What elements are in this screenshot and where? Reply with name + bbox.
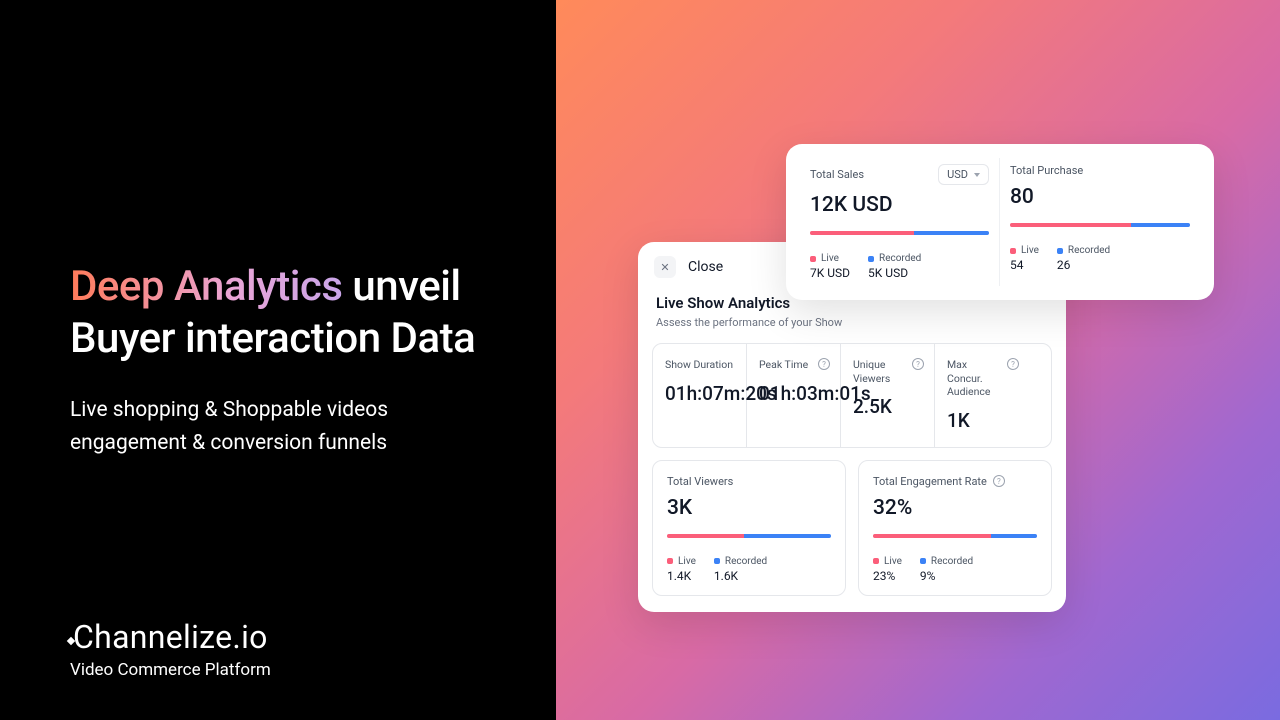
legend-value: 26: [1057, 258, 1110, 272]
metric-label: Total Engagement Rate: [873, 475, 987, 488]
dot-icon: [1010, 248, 1016, 254]
stat-value: 01h:07m:20s: [665, 382, 736, 406]
bar-seg-recorded: [991, 534, 1037, 538]
hero-sub1: Live shopping & Shoppable videos: [70, 398, 388, 422]
stat-label: Peak Time: [759, 358, 808, 372]
total-sales-value: 12K USD: [810, 193, 989, 217]
metric-total-viewers: Total Viewers 3K Live 1.4K Recorded 1.6K: [652, 460, 846, 596]
currency-value: USD: [947, 168, 968, 181]
close-label: Close: [688, 259, 723, 275]
bar-seg-recorded: [1131, 223, 1190, 227]
hero-panel: Deep Analytics unveil Buyer interaction …: [0, 0, 556, 720]
stat-grid: Show Duration 01h:07m:20s Peak Time ? 01…: [652, 343, 1052, 448]
hero-sub2: engagement & conversion funnels: [70, 431, 387, 455]
bar-seg-live: [873, 534, 991, 538]
legend-value: 23%: [873, 569, 902, 583]
legend-live: Live 7K USD: [810, 253, 850, 280]
info-icon[interactable]: ?: [993, 475, 1005, 487]
legend-live: Live 54: [1010, 245, 1039, 272]
info-icon[interactable]: ?: [912, 358, 924, 370]
bar-seg-recorded: [744, 534, 831, 538]
dot-icon: [667, 558, 673, 564]
legend-value: 1.4K: [667, 569, 696, 583]
dot-icon: [1057, 248, 1063, 254]
legend-label-text: Recorded: [725, 556, 767, 567]
brand-name-rest: hannelize.io: [94, 618, 268, 656]
legend-live: Live 23%: [873, 556, 902, 583]
legend-label-text: Live: [884, 556, 902, 567]
currency-select[interactable]: USD: [938, 164, 989, 185]
chevron-down-icon: [974, 173, 980, 177]
bar-seg-recorded: [914, 231, 989, 235]
stat-max-concur: Max Concur. Audience ? 1K: [935, 344, 1029, 447]
stat-peak-time: Peak Time ? 01h:03m:01s: [747, 344, 841, 447]
bar-seg-live: [810, 231, 914, 235]
dot-icon: [873, 558, 879, 564]
metric-value: 32%: [873, 496, 1037, 520]
brand-tagline: Video Commerce Platform: [70, 660, 271, 680]
info-icon[interactable]: ?: [1007, 358, 1019, 370]
total-purchase-label: Total Purchase: [1010, 164, 1083, 177]
legend-recorded: Recorded 26: [1057, 245, 1110, 272]
legend-label-text: Live: [821, 253, 839, 264]
total-purchase-value: 80: [1010, 185, 1190, 209]
legend-recorded: Recorded 1.6K: [714, 556, 767, 583]
bar-seg-live: [1010, 223, 1131, 227]
hero-headline-line2: Buyer interaction Data: [70, 314, 475, 363]
purchase-bar: [1010, 223, 1190, 227]
legend-label-text: Live: [678, 556, 696, 567]
legend-value: 1.6K: [714, 569, 767, 583]
engagement-bar: [873, 534, 1037, 538]
legend-label-text: Recorded: [1068, 245, 1110, 256]
stat-label: Unique Viewers: [853, 358, 908, 385]
sales-bar: [810, 231, 989, 235]
stat-value: 1K: [947, 409, 1019, 433]
brand-block: Channelize.io Video Commerce Platform: [70, 618, 271, 680]
bar-seg-live: [667, 534, 744, 538]
legend-value: 9%: [920, 569, 973, 583]
hero-subheadline: Live shopping & Shoppable videos engagem…: [70, 394, 486, 459]
total-sales-label: Total Sales: [810, 168, 864, 181]
dot-icon: [868, 256, 874, 262]
brand-name: Channelize.io: [70, 618, 268, 656]
sales-card: Total Sales USD 12K USD Live 7K USD Reco…: [786, 144, 1214, 300]
close-button[interactable]: ✕: [654, 256, 676, 278]
close-icon: ✕: [660, 261, 669, 274]
legend-recorded: Recorded 5K USD: [868, 253, 921, 280]
dot-icon: [714, 558, 720, 564]
hero-headline: Deep Analytics unveil Buyer interaction …: [70, 261, 486, 366]
hero-headline-rest1: unveil: [342, 262, 460, 311]
viewers-bar: [667, 534, 831, 538]
legend-value: 7K USD: [810, 266, 850, 280]
dot-icon: [920, 558, 926, 564]
legend-value: 5K USD: [868, 266, 921, 280]
stat-label: Max Concur. Audience: [947, 358, 1003, 399]
legend-value: 54: [1010, 258, 1039, 272]
stat-unique-viewers: Unique Viewers ? 2.5K: [841, 344, 935, 447]
preview-panel: ✕ Close Live Show Analytics Assess the p…: [556, 0, 1280, 720]
legend-label-text: Recorded: [879, 253, 921, 264]
legend-label-text: Live: [1021, 245, 1039, 256]
legend-recorded: Recorded 9%: [920, 556, 973, 583]
stat-label: Show Duration: [665, 358, 733, 372]
hero-accent: Deep Analytics: [70, 262, 342, 311]
stat-value: 2.5K: [853, 395, 924, 419]
stat-value: 01h:03m:01s: [759, 382, 830, 406]
dot-icon: [810, 256, 816, 262]
metric-engagement: Total Engagement Rate ? 32% Live 23% Rec…: [858, 460, 1052, 596]
metric-value: 3K: [667, 496, 831, 520]
total-sales-cell: Total Sales USD 12K USD Live 7K USD Reco…: [800, 158, 1000, 286]
legend-live: Live 1.4K: [667, 556, 696, 583]
info-icon[interactable]: ?: [818, 358, 830, 370]
legend-label-text: Recorded: [931, 556, 973, 567]
stat-show-duration: Show Duration 01h:07m:20s: [653, 344, 747, 447]
total-purchase-cell: Total Purchase 80 Live 54 Recorded 26: [1000, 158, 1200, 286]
analytics-subtitle: Assess the performance of your Show: [652, 316, 1052, 329]
metric-label: Total Viewers: [667, 475, 733, 488]
